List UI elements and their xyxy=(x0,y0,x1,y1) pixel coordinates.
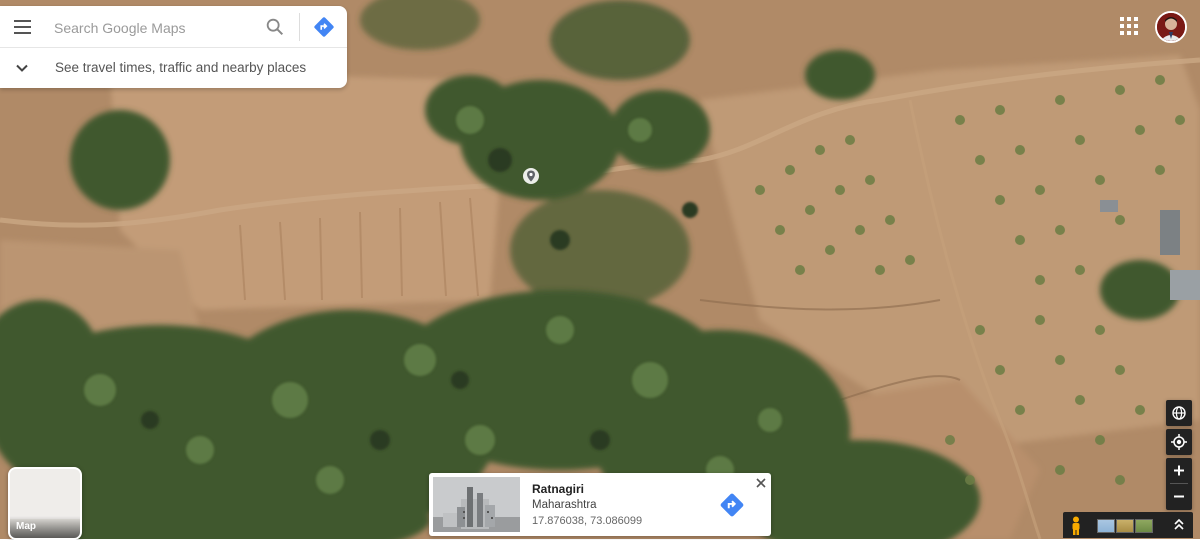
zoom-control xyxy=(1166,458,1192,510)
zoom-out-icon[interactable] xyxy=(1166,484,1192,509)
bottom-controls xyxy=(1063,512,1193,538)
close-icon[interactable] xyxy=(754,476,768,490)
travel-times-toggle[interactable]: See travel times, traffic and nearby pla… xyxy=(0,48,347,88)
directions-icon[interactable] xyxy=(719,492,745,518)
zoom-in-icon[interactable] xyxy=(1166,458,1192,483)
expand-icon[interactable] xyxy=(1171,517,1187,533)
place-region: Maharashtra xyxy=(532,499,597,511)
travel-times-hint: See travel times, traffic and nearby pla… xyxy=(55,60,307,75)
place-card[interactable]: Ratnagiri Maharashtra 17.876038, 73.0860… xyxy=(429,473,771,536)
directions-icon[interactable] xyxy=(313,16,335,38)
map-layer-switch[interactable]: Map xyxy=(8,467,82,540)
search-input[interactable] xyxy=(52,15,256,41)
pegman-icon[interactable] xyxy=(1069,516,1083,535)
mini-layer-imagery-3[interactable] xyxy=(1135,519,1153,533)
search-icon[interactable] xyxy=(264,16,286,38)
search-card: See travel times, traffic and nearby pla… xyxy=(0,6,347,88)
place-thumbnail[interactable] xyxy=(433,477,520,532)
mini-layer-imagery-1[interactable] xyxy=(1097,519,1115,533)
chevron-down-icon xyxy=(16,64,28,72)
search-row xyxy=(0,6,347,47)
place-name: Ratnagiri xyxy=(532,482,585,496)
location-pin-icon[interactable] xyxy=(522,167,540,187)
avatar[interactable] xyxy=(1155,11,1187,43)
apps-grid-icon[interactable] xyxy=(1120,17,1138,35)
mini-layer-imagery-2[interactable] xyxy=(1116,519,1134,533)
map-thumbnail xyxy=(10,469,80,519)
place-coordinates: 17.876038, 73.086099 xyxy=(532,515,643,527)
menu-icon[interactable] xyxy=(10,15,34,39)
search-separator xyxy=(299,13,300,41)
globe-icon[interactable] xyxy=(1166,400,1192,426)
layer-label: Map xyxy=(10,516,80,538)
my-location-icon[interactable] xyxy=(1166,429,1192,455)
